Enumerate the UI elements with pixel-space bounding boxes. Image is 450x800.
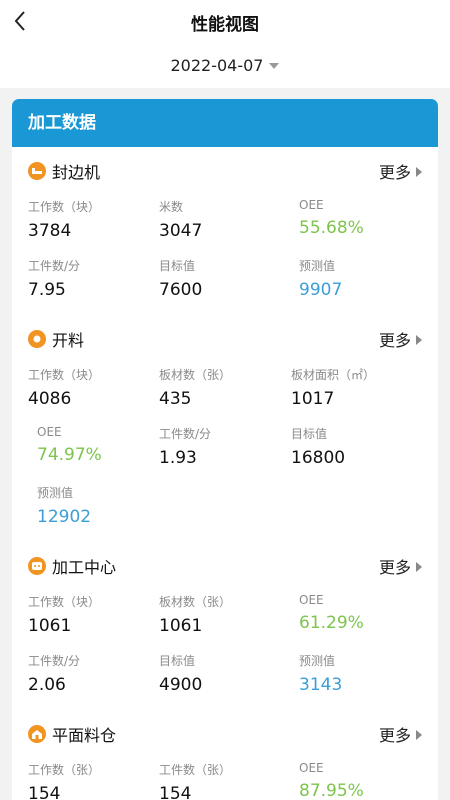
metric-value: 4900 (159, 675, 203, 695)
metric-label: 工作数（张） (28, 763, 101, 777)
metric-label: OEE (37, 425, 62, 439)
metric-label: OEE (299, 593, 324, 607)
section-header: 平面料仓 更多 (12, 721, 438, 747)
metric: 工作数（块） 3784 (28, 198, 100, 241)
metric-oee: OEE 74.97% (37, 425, 102, 465)
metric-label: 预测值 (299, 654, 336, 668)
arrow-right-icon (416, 166, 422, 177)
metric-label: 工件数/分 (28, 654, 81, 668)
metric-value: 9907 (299, 280, 343, 300)
arrow-right-icon (416, 334, 422, 345)
section-title: 平面料仓 (52, 726, 117, 745)
metric-oee: OEE 61.29% (299, 593, 364, 633)
metric-value: 7600 (159, 280, 203, 300)
metric-value: 3143 (299, 675, 343, 695)
metric-label: 工件数（张） (159, 763, 232, 777)
metric-label: 目标值 (159, 259, 196, 273)
metric-label: 预测值 (299, 259, 336, 273)
metric: 工作数（块） 1061 (28, 593, 100, 636)
metric-value: 87.95% (299, 781, 364, 800)
metric-value: 154 (159, 784, 192, 800)
metric-label: 工作数（块） (28, 595, 101, 609)
metric-label: 预测值 (37, 486, 74, 500)
top-bar: 性能视图 2022-04-07 (0, 0, 450, 88)
metric: 工作数（张） 154 (28, 761, 100, 800)
arrow-right-icon (416, 561, 422, 572)
metric: 工件数（张） 154 (159, 761, 231, 800)
metric-value: 2.06 (28, 675, 66, 695)
metric: 工件数/分 7.95 (28, 257, 80, 300)
metric: 板材数（张） 1061 (159, 593, 231, 636)
metric-value: 3047 (159, 221, 203, 241)
metric: 工作数（块） 4086 (28, 366, 100, 409)
caret-down-icon (269, 62, 280, 69)
more-button[interactable]: 更多 (379, 554, 422, 578)
metric: 工件数/分 2.06 (28, 652, 80, 695)
page-title: 性能视图 (191, 15, 259, 35)
metric-label: 工作数（块） (28, 200, 101, 214)
metric-label: 目标值 (291, 427, 328, 441)
metric-value: 12902 (37, 507, 92, 527)
metric-forecast: 预测值 3143 (299, 652, 342, 695)
section-title: 封边机 (52, 163, 101, 182)
metric-value: 4086 (28, 389, 72, 409)
metric-value: 1.93 (159, 448, 197, 468)
metric-label: 板材面积（㎡） (291, 368, 376, 382)
more-button[interactable]: 更多 (379, 327, 422, 351)
metric-label: 目标值 (159, 654, 196, 668)
metric-value: 1017 (291, 389, 335, 409)
metric-value: 1061 (159, 616, 203, 636)
more-button[interactable]: 更多 (379, 159, 422, 183)
metric-label: 米数 (159, 200, 184, 214)
more-button[interactable]: 更多 (379, 722, 422, 746)
circle-icon (28, 330, 46, 348)
metric-label: 板材数（张） (159, 368, 232, 382)
card-title: 加工数据 (12, 99, 438, 147)
metric: 目标值 16800 (291, 425, 345, 468)
metric-oee: OEE 55.68% (299, 198, 364, 238)
metric-label: 工件数/分 (159, 427, 212, 441)
metric-value: 16800 (291, 448, 346, 468)
metric-label: 工件数/分 (28, 259, 81, 273)
bed-icon (28, 162, 46, 180)
metric-value: 74.97% (37, 445, 102, 465)
section-header: 封边机 更多 (12, 158, 438, 184)
metric-value: 435 (159, 389, 192, 409)
metric-oee: OEE 87.95% (299, 761, 364, 800)
section-header: 开料 更多 (12, 326, 438, 352)
metric: 板材面积（㎡） 1017 (291, 366, 375, 409)
metric: 目标值 4900 (159, 652, 202, 695)
metric: 板材数（张） 435 (159, 366, 231, 409)
metric-label: OEE (299, 761, 324, 775)
section-header: 加工中心 更多 (12, 553, 438, 579)
metric-value: 154 (28, 784, 61, 800)
machine-icon (28, 557, 46, 575)
processing-data-card: 加工数据 封边机 更多 工作数（块） 3784 米数 3047 OEE 55.6… (12, 99, 438, 800)
metric-value: 55.68% (299, 218, 364, 238)
metric: 工件数/分 1.93 (159, 425, 211, 468)
warehouse-icon (28, 725, 46, 743)
arrow-right-icon (416, 729, 422, 740)
metric-value: 61.29% (299, 613, 364, 633)
date-value: 2022-04-07 (170, 56, 264, 75)
metric-value: 1061 (28, 616, 72, 636)
metric-label: 板材数（张） (159, 595, 232, 609)
metric-label: 工作数（块） (28, 368, 101, 382)
metric-label: OEE (299, 198, 324, 212)
section-title: 开料 (52, 331, 85, 350)
metric-value: 3784 (28, 221, 72, 241)
date-dropdown[interactable]: 2022-04-07 (0, 56, 450, 75)
metric-value: 7.95 (28, 280, 66, 300)
section-title: 加工中心 (52, 558, 117, 577)
metric: 目标值 7600 (159, 257, 202, 300)
metric: 米数 3047 (159, 198, 202, 241)
metric-forecast: 预测值 9907 (299, 257, 342, 300)
metric-forecast: 预测值 12902 (37, 484, 91, 527)
